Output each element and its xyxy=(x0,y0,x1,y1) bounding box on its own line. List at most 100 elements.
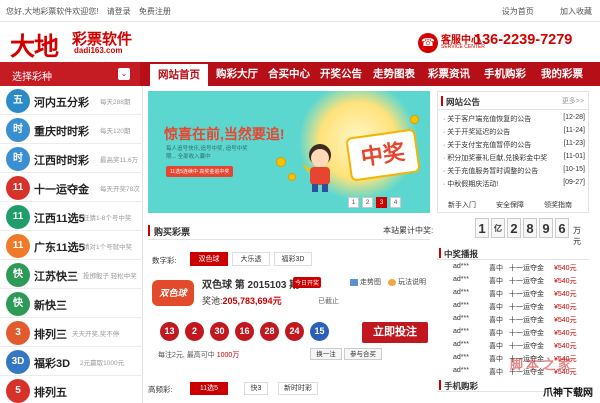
trend-chart-link[interactable]: 走势图 xyxy=(350,277,381,287)
banner-headline: 惊喜在前,当然要追! xyxy=(164,126,285,142)
sidebar-item-new-k3[interactable]: 快 新快三 xyxy=(0,289,143,318)
announcement-date: [09-27] xyxy=(563,179,585,186)
tab-3d[interactable]: 福彩3D xyxy=(274,252,312,266)
nav-group-buy[interactable]: 合买中心 xyxy=(263,62,315,86)
nav-draw-results[interactable]: 开奖公告 xyxy=(315,62,367,86)
lottery-icon: 快 xyxy=(6,292,30,316)
register-link[interactable]: 免费注册 xyxy=(139,7,171,16)
sidebar-item-11yunduojin[interactable]: 11 十一运夺金 每天开奖78次 xyxy=(0,173,143,202)
announcements-panel: 网站公告 更多>> · 关于客户端充值恢复的公告 [12-28] · 关于开奖延迟… xyxy=(437,91,589,213)
site-logo[interactable]: 大地 xyxy=(10,27,59,63)
winner-amount: ¥540元 xyxy=(554,291,577,298)
issue-title: 双色球 第 2015103 期 xyxy=(202,280,300,291)
sidebar-item-chongqing[interactable]: 时 重庆时时彩 每天120期 xyxy=(0,115,143,144)
nav-mobile[interactable]: 手机购彩 xyxy=(477,62,533,86)
banner-page-4[interactable]: 4 xyxy=(390,197,401,208)
banner-page-2[interactable]: 2 xyxy=(362,197,373,208)
coin-icon xyxy=(276,157,286,167)
tab-11x5[interactable]: 11选5 xyxy=(190,382,228,395)
banner-cta-button[interactable]: 11选5连续中 高奖金追中奖 xyxy=(166,166,234,177)
help-claim-link[interactable]: 领奖指南 xyxy=(544,200,572,210)
sidebar-item-jiangsu-k3[interactable]: 快 江苏快三 投掷骰子 轻松中奖 xyxy=(0,260,143,289)
jackpot-label: 奖池: xyxy=(202,296,223,306)
lottery-category-button[interactable]: 选择彩种 ⌄ xyxy=(0,62,140,86)
help-security-link[interactable]: 安全保障 xyxy=(496,200,524,210)
winner-game: 十一运夺金 xyxy=(509,304,544,311)
tab-ssq[interactable]: 双色球 xyxy=(190,252,228,266)
sidebar-item-pailie5[interactable]: 5 排列五 xyxy=(0,376,143,403)
blue-ball: 15 xyxy=(310,322,329,341)
winners-header: 中奖播报 xyxy=(437,246,589,260)
lottery-desc: 天天开奖,奖不停 xyxy=(72,331,120,338)
nav-lottery-news[interactable]: 彩票资讯 xyxy=(421,62,477,86)
sidebar-item-jiangxi-11x5[interactable]: 11 江西11选5 任猜1-8个号中奖 xyxy=(0,202,143,231)
winner-action: 喜中 xyxy=(489,265,503,272)
nav-my-lottery[interactable]: 我的彩票 xyxy=(533,62,591,86)
nav-home[interactable]: 网站首页 xyxy=(150,62,208,86)
winner-amount: ¥540元 xyxy=(554,304,577,311)
nav-trend-charts[interactable]: 走势图表 xyxy=(367,62,421,86)
tab-new-ssc[interactable]: 新时时彩 xyxy=(278,382,318,395)
lottery-name: 重庆时时彩 xyxy=(34,126,89,138)
coin-icon xyxy=(288,173,296,181)
announcement-item[interactable]: · 关于充值服务暂时调整的公告 [10-15] xyxy=(443,166,585,178)
sidebar-item-guangdong-11x5[interactable]: 11 广东11选5 猜对1个号就中奖 xyxy=(0,231,143,260)
banner-page-3[interactable]: 3 xyxy=(376,197,387,208)
winner-action: 喜中 xyxy=(489,317,503,324)
lottery-name: 江西时时彩 xyxy=(34,155,89,167)
random-pick-button[interactable]: 换一注 xyxy=(310,348,342,360)
section-marker xyxy=(148,225,150,236)
lottery-desc: 投掷骰子 轻松中奖 xyxy=(83,273,137,280)
set-home-link[interactable]: 设为首页 xyxy=(502,7,534,16)
add-favorite-link[interactable]: 加入收藏 xyxy=(560,7,592,16)
winner-user: ad*** xyxy=(453,341,469,348)
info-icon xyxy=(388,278,396,286)
lottery-icon: 五 xyxy=(6,89,30,113)
counter-digit: 2 xyxy=(507,218,521,238)
sidebar-item-pailie3[interactable]: 3 排列三 天天开奖,奖不停 xyxy=(0,318,143,347)
announcement-date: [11-24] xyxy=(563,127,585,134)
announcement-date: [11-01] xyxy=(563,153,585,160)
bet-info-prize: 1000万 xyxy=(216,352,240,359)
tab-k3[interactable]: 快3 xyxy=(244,382,268,395)
lottery-icon: 11 xyxy=(6,176,30,200)
winner-row: ad*** 喜中 十一运夺金 ¥540元 xyxy=(437,328,589,341)
ssq-logo: 双色球 xyxy=(152,280,194,306)
lottery-name: 广东11选5 xyxy=(34,242,85,254)
winners-title: 中奖播报 xyxy=(444,249,479,259)
winner-amount: ¥540元 xyxy=(554,317,577,324)
winner-action: 喜中 xyxy=(489,291,503,298)
announcement-item[interactable]: · 中秋假期庆活动! [09-27] xyxy=(443,179,585,191)
rules-link[interactable]: 玩法说明 xyxy=(388,277,426,287)
digital-lottery-label: 数字彩: xyxy=(152,256,177,265)
lottery-icon: 5 xyxy=(6,379,30,403)
banner-page-1[interactable]: 1 xyxy=(348,197,359,208)
announcement-item[interactable]: · 关于开奖延迟的公告 [11-24] xyxy=(443,127,585,139)
lottery-desc: 2元赢取1000元 xyxy=(80,360,125,367)
winner-action: 喜中 xyxy=(489,369,503,376)
announcement-item[interactable]: · 积分加奖豪礼巨献,兑换彩金中奖 [11-01] xyxy=(443,153,585,165)
announcement-item[interactable]: · 关于客户端充值恢复的公告 [12-28] xyxy=(443,114,585,126)
announcement-item[interactable]: · 关于支付宝充值暂停的公告 [11-23] xyxy=(443,140,585,152)
lottery-icon: 11 xyxy=(6,205,30,229)
winner-game: 十一运夺金 xyxy=(509,330,544,337)
help-beginner-link[interactable]: 新手入门 xyxy=(448,200,476,210)
coin-icon xyxy=(410,115,419,124)
top-bar: 您好,大地彩票软件欢迎您! 请登录 免费注册 设为首页 加入收藏 xyxy=(0,0,600,22)
bet-now-button[interactable]: 立即投注 xyxy=(362,322,428,343)
bet-info-prefix: 每注2元, 最高可中 xyxy=(158,352,215,359)
nav-lottery-hall[interactable]: 购彩大厅 xyxy=(211,62,263,86)
lottery-name: 十一运夺金 xyxy=(34,184,89,196)
login-link[interactable]: 请登录 xyxy=(107,7,131,16)
promo-banner[interactable]: 惊喜在前,当然要追! 每人追号快乐,追号中奖, 追号中奖期... 全部收入囊中 … xyxy=(148,91,430,213)
section-marker xyxy=(439,248,441,258)
tab-dlt[interactable]: 大乐透 xyxy=(232,252,270,266)
sidebar-item-hanoi[interactable]: 五 河内五分彩 每天288期 xyxy=(0,86,143,115)
announcement-text: 关于客户端充值恢复的公告 xyxy=(447,116,532,123)
sidebar-item-fucai3d[interactable]: 3D 福彩3D 2元赢取1000元 xyxy=(0,347,143,376)
announcements-more-link[interactable]: 更多>> xyxy=(562,96,584,106)
sidebar-item-jiangxi-ssc[interactable]: 时 江西时时彩 最高奖11.6万 xyxy=(0,144,143,173)
bar-chart-icon xyxy=(350,278,358,286)
group-buy-button[interactable]: 参与合买 xyxy=(344,348,382,360)
winner-amount: ¥540元 xyxy=(554,278,577,285)
